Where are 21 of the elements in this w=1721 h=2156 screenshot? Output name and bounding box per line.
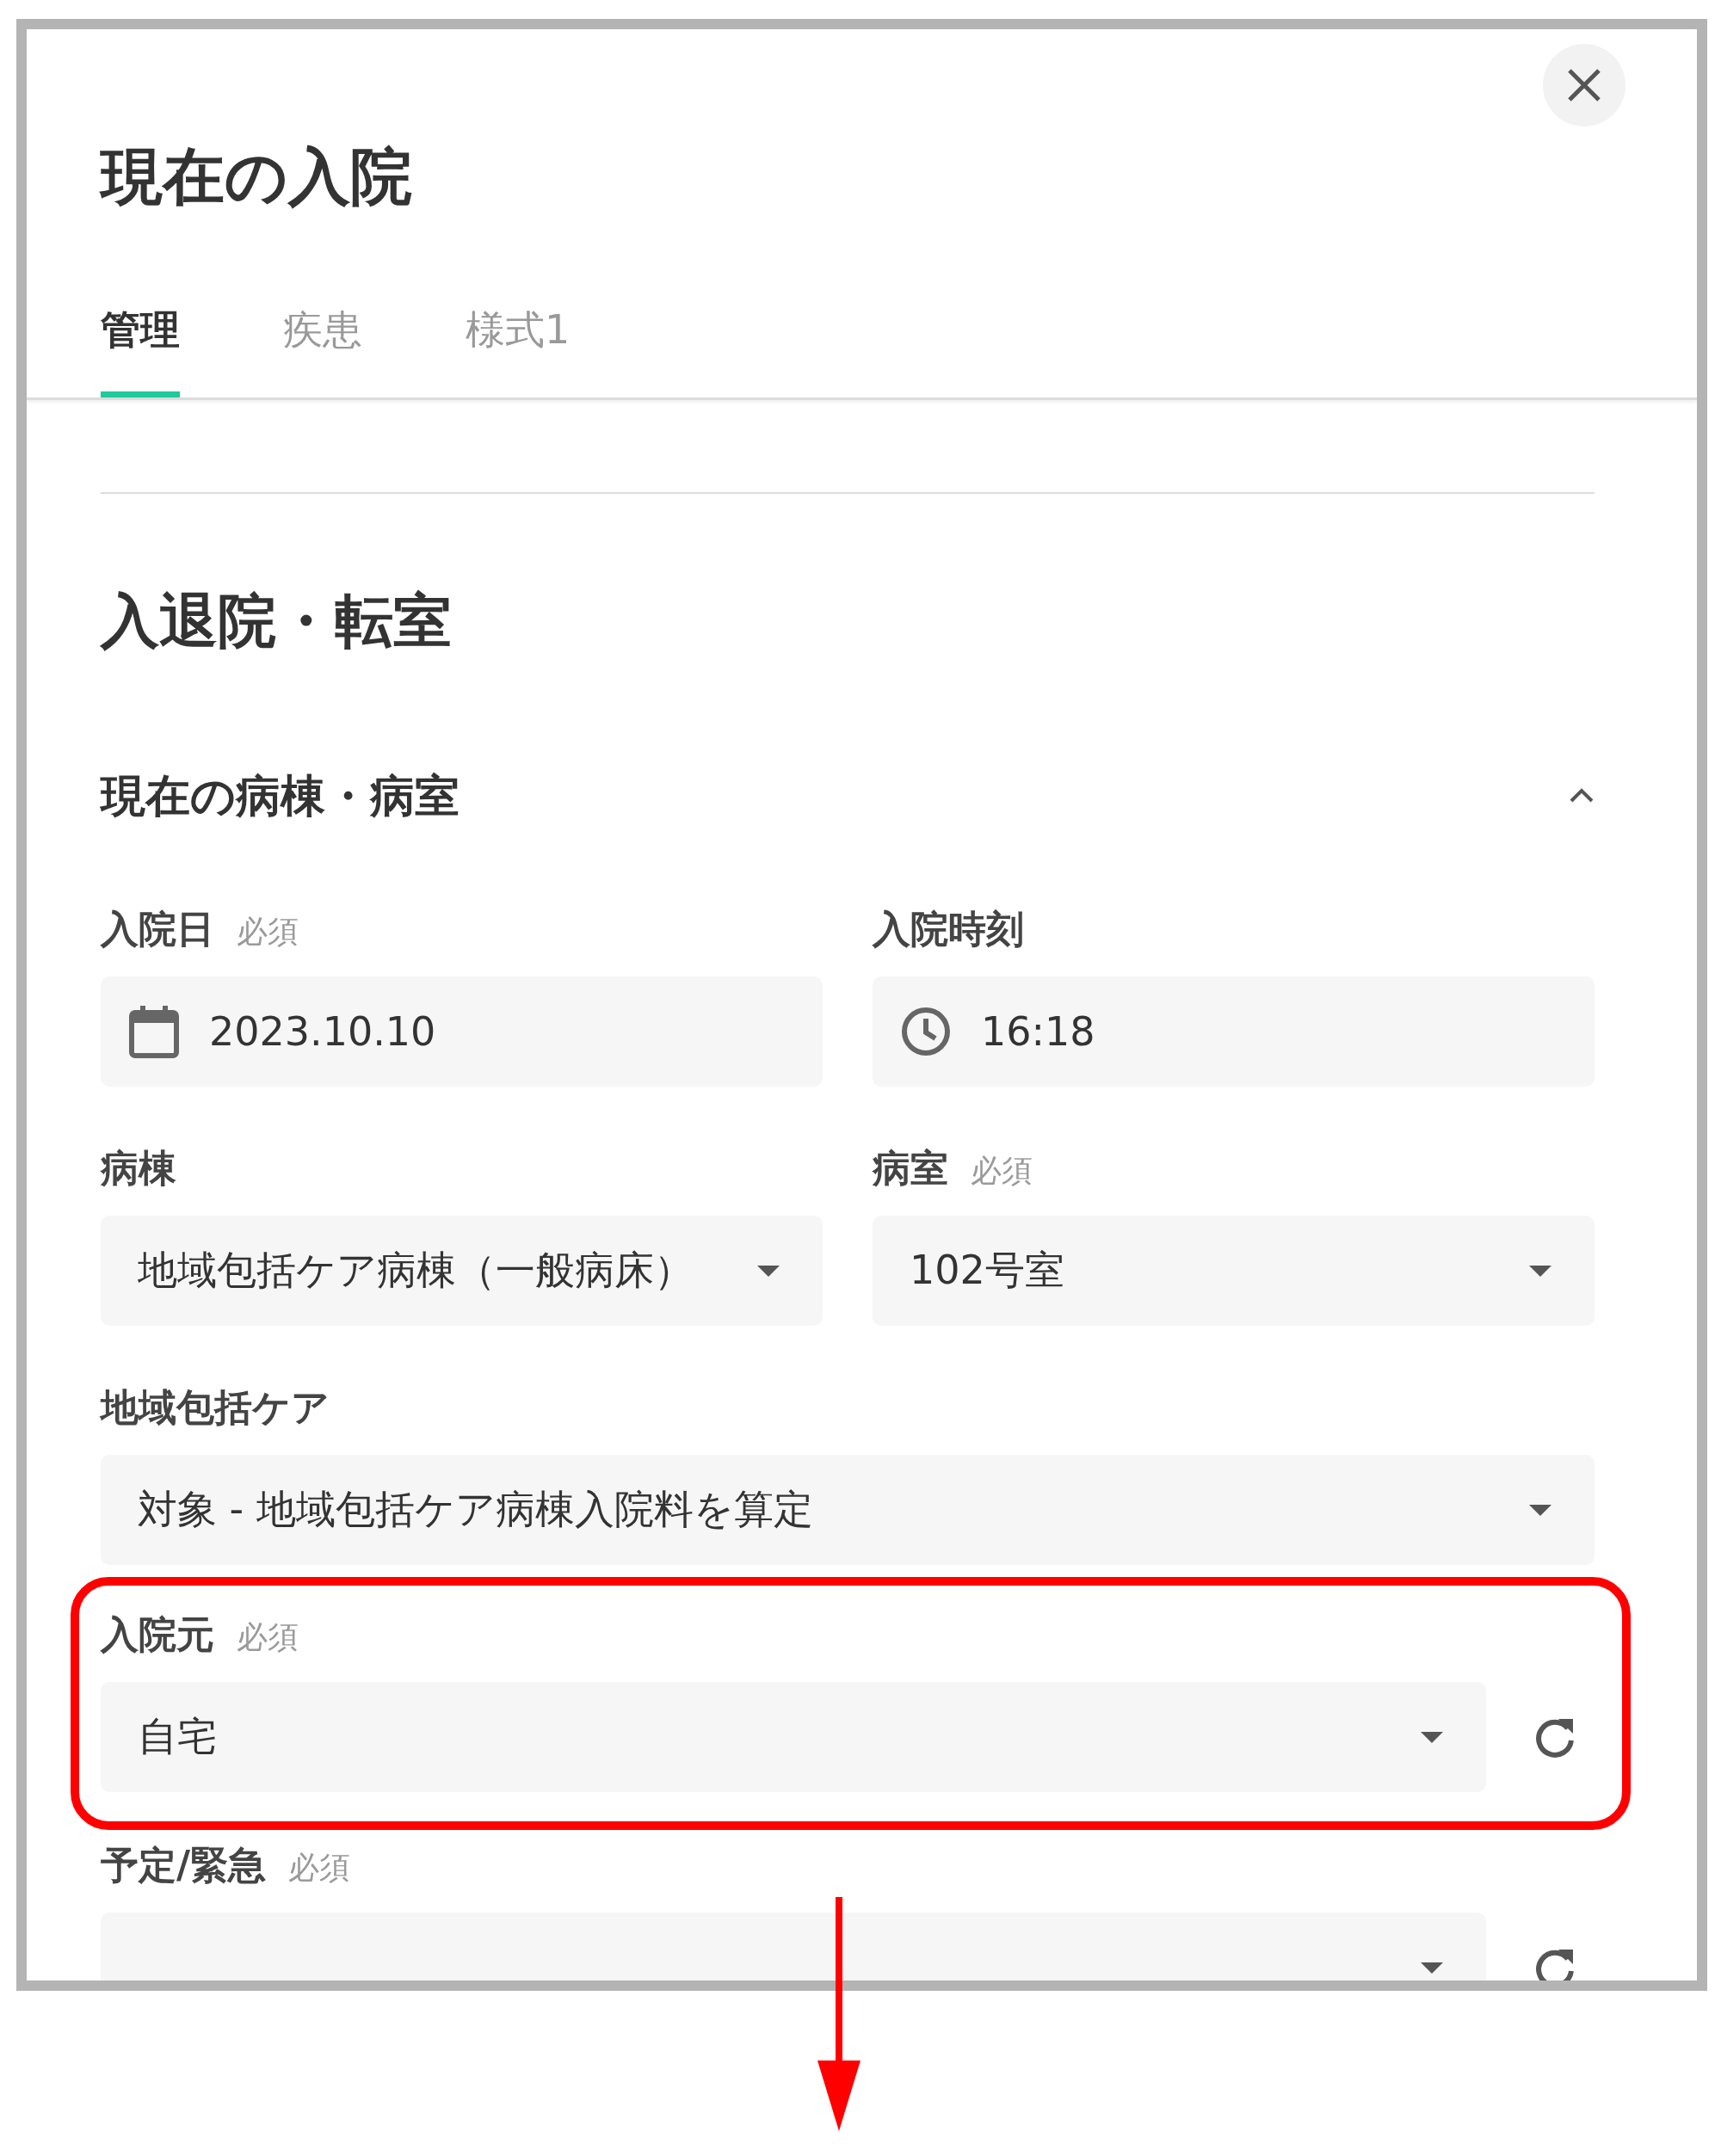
dialog-title: 現在の入院 — [101, 139, 413, 214]
select-field[interactable]: 地域包括ケア病棟（一般病床） — [101, 1216, 823, 1326]
input-field[interactable]: 2023.10.10 — [101, 976, 823, 1087]
tab[interactable]: 管理 — [101, 285, 180, 397]
select-field[interactable]: 対象 - 地域包括ケア病棟入院料を算定 — [101, 1455, 1595, 1565]
field-label: 入院日 — [101, 906, 214, 952]
field-label: 入院時刻 — [873, 906, 1024, 952]
field-label: 病室 — [873, 1145, 948, 1192]
section-title: 入退院・転室 — [101, 586, 453, 656]
field-label: 入院元 — [101, 1611, 214, 1658]
required-tag: 必須 — [971, 1150, 1033, 1192]
required-tag: 必須 — [237, 911, 299, 953]
field-label: 病棟 — [101, 1145, 176, 1192]
input-field[interactable]: 16:18 — [873, 976, 1595, 1087]
field-label: 地域包括ケア — [101, 1384, 330, 1431]
field-label: 予定/緊急 — [101, 1842, 267, 1888]
required-tag: 必須 — [288, 1847, 351, 1889]
select-field[interactable]: 102号室 — [873, 1216, 1595, 1326]
select-field[interactable]: 自宅 — [101, 1682, 1486, 1792]
group-title: 現在の病棟・病室 — [101, 769, 460, 822]
required-tag: 必須 — [237, 1617, 299, 1659]
